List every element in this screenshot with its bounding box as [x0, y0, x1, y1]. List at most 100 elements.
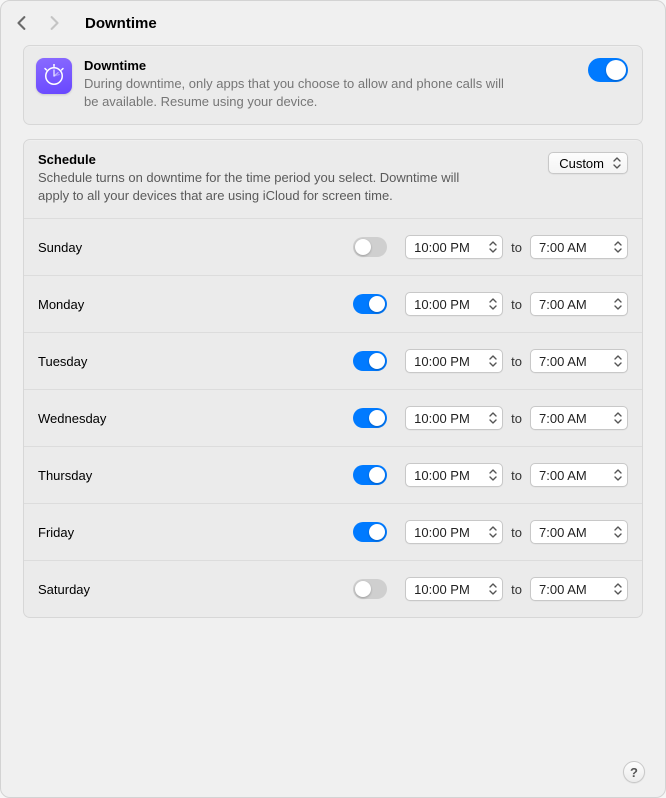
time-range: 10:00 PM to 7:00 AM: [405, 349, 628, 373]
to-label: to: [511, 240, 522, 255]
end-time-field[interactable]: 7:00 AM: [530, 577, 628, 601]
time-value: 10:00 PM: [414, 468, 470, 483]
day-toggle[interactable]: [353, 294, 387, 314]
to-label: to: [511, 297, 522, 312]
to-label: to: [511, 525, 522, 540]
updown-icon: [486, 410, 500, 426]
titlebar: Downtime: [1, 1, 665, 45]
to-label: to: [511, 354, 522, 369]
schedule-day-row: Saturday 10:00 PM to 7:00 AM: [24, 560, 642, 617]
day-label: Wednesday: [38, 411, 343, 426]
time-range: 10:00 PM to 7:00 AM: [405, 406, 628, 430]
updown-icon: [610, 155, 624, 171]
time-value: 10:00 PM: [414, 354, 470, 369]
updown-icon: [486, 467, 500, 483]
time-value: 10:00 PM: [414, 525, 470, 540]
updown-icon: [486, 353, 500, 369]
updown-icon: [611, 353, 625, 369]
schedule-day-row: Monday 10:00 PM to 7:00 AM: [24, 275, 642, 332]
end-time-field[interactable]: 7:00 AM: [530, 406, 628, 430]
time-value: 7:00 AM: [539, 297, 587, 312]
schedule-day-row: Wednesday 10:00 PM to 7:00 AM: [24, 389, 642, 446]
end-time-field[interactable]: 7:00 AM: [530, 349, 628, 373]
time-value: 10:00 PM: [414, 297, 470, 312]
updown-icon: [486, 239, 500, 255]
schedule-day-row: Friday 10:00 PM to 7:00 AM: [24, 503, 642, 560]
help-button[interactable]: ?: [623, 761, 645, 783]
time-range: 10:00 PM to 7:00 AM: [405, 292, 628, 316]
downtime-icon: [36, 58, 72, 94]
schedule-description: Schedule turns on downtime for the time …: [38, 169, 468, 204]
day-label: Saturday: [38, 582, 343, 597]
start-time-field[interactable]: 10:00 PM: [405, 349, 503, 373]
intro-description: During downtime, only apps that you choo…: [84, 75, 504, 110]
day-toggle[interactable]: [353, 408, 387, 428]
downtime-intro-panel: Downtime During downtime, only apps that…: [23, 45, 643, 125]
updown-icon: [611, 239, 625, 255]
schedule-mode-dropdown[interactable]: Custom: [548, 152, 628, 174]
time-value: 7:00 AM: [539, 525, 587, 540]
updown-icon: [486, 581, 500, 597]
schedule-day-row: Sunday 10:00 PM to 7:00 AM: [24, 218, 642, 275]
intro-heading: Downtime: [84, 58, 576, 73]
time-value: 7:00 AM: [539, 468, 587, 483]
day-toggle[interactable]: [353, 522, 387, 542]
start-time-field[interactable]: 10:00 PM: [405, 235, 503, 259]
schedule-day-row: Thursday 10:00 PM to 7:00 AM: [24, 446, 642, 503]
page-title: Downtime: [85, 15, 157, 32]
start-time-field[interactable]: 10:00 PM: [405, 463, 503, 487]
day-label: Tuesday: [38, 354, 343, 369]
downtime-master-toggle[interactable]: [588, 58, 628, 82]
time-range: 10:00 PM to 7:00 AM: [405, 463, 628, 487]
content-area: Downtime During downtime, only apps that…: [1, 45, 665, 636]
schedule-heading: Schedule: [38, 152, 538, 167]
time-value: 7:00 AM: [539, 582, 587, 597]
updown-icon: [611, 410, 625, 426]
time-range: 10:00 PM to 7:00 AM: [405, 520, 628, 544]
updown-icon: [611, 296, 625, 312]
time-value: 10:00 PM: [414, 411, 470, 426]
time-range: 10:00 PM to 7:00 AM: [405, 577, 628, 601]
day-toggle[interactable]: [353, 579, 387, 599]
end-time-field[interactable]: 7:00 AM: [530, 235, 628, 259]
day-toggle[interactable]: [353, 465, 387, 485]
intro-text: Downtime During downtime, only apps that…: [84, 58, 576, 110]
schedule-header: Schedule Schedule turns on downtime for …: [24, 140, 642, 218]
updown-icon: [611, 581, 625, 597]
day-label: Sunday: [38, 240, 343, 255]
end-time-field[interactable]: 7:00 AM: [530, 520, 628, 544]
time-value: 10:00 PM: [414, 240, 470, 255]
forward-button[interactable]: [47, 16, 61, 30]
updown-icon: [486, 296, 500, 312]
end-time-field[interactable]: 7:00 AM: [530, 463, 628, 487]
time-value: 7:00 AM: [539, 240, 587, 255]
to-label: to: [511, 468, 522, 483]
time-value: 10:00 PM: [414, 582, 470, 597]
updown-icon: [611, 524, 625, 540]
schedule-day-list: Sunday 10:00 PM to 7:00 AM Monday 10:00 PM to 7…: [24, 218, 642, 617]
schedule-panel: Schedule Schedule turns on downtime for …: [23, 139, 643, 618]
day-label: Monday: [38, 297, 343, 312]
time-value: 7:00 AM: [539, 411, 587, 426]
time-value: 7:00 AM: [539, 354, 587, 369]
settings-window: Downtime: [0, 0, 666, 798]
start-time-field[interactable]: 10:00 PM: [405, 577, 503, 601]
day-toggle[interactable]: [353, 237, 387, 257]
start-time-field[interactable]: 10:00 PM: [405, 406, 503, 430]
day-label: Friday: [38, 525, 343, 540]
day-label: Thursday: [38, 468, 343, 483]
end-time-field[interactable]: 7:00 AM: [530, 292, 628, 316]
schedule-mode-value: Custom: [559, 156, 604, 171]
to-label: to: [511, 411, 522, 426]
schedule-day-row: Tuesday 10:00 PM to 7:00 AM: [24, 332, 642, 389]
updown-icon: [486, 524, 500, 540]
to-label: to: [511, 582, 522, 597]
updown-icon: [611, 467, 625, 483]
back-button[interactable]: [15, 16, 29, 30]
help-icon: ?: [630, 765, 638, 780]
nav-arrows: [15, 16, 61, 30]
start-time-field[interactable]: 10:00 PM: [405, 520, 503, 544]
day-toggle[interactable]: [353, 351, 387, 371]
start-time-field[interactable]: 10:00 PM: [405, 292, 503, 316]
time-range: 10:00 PM to 7:00 AM: [405, 235, 628, 259]
